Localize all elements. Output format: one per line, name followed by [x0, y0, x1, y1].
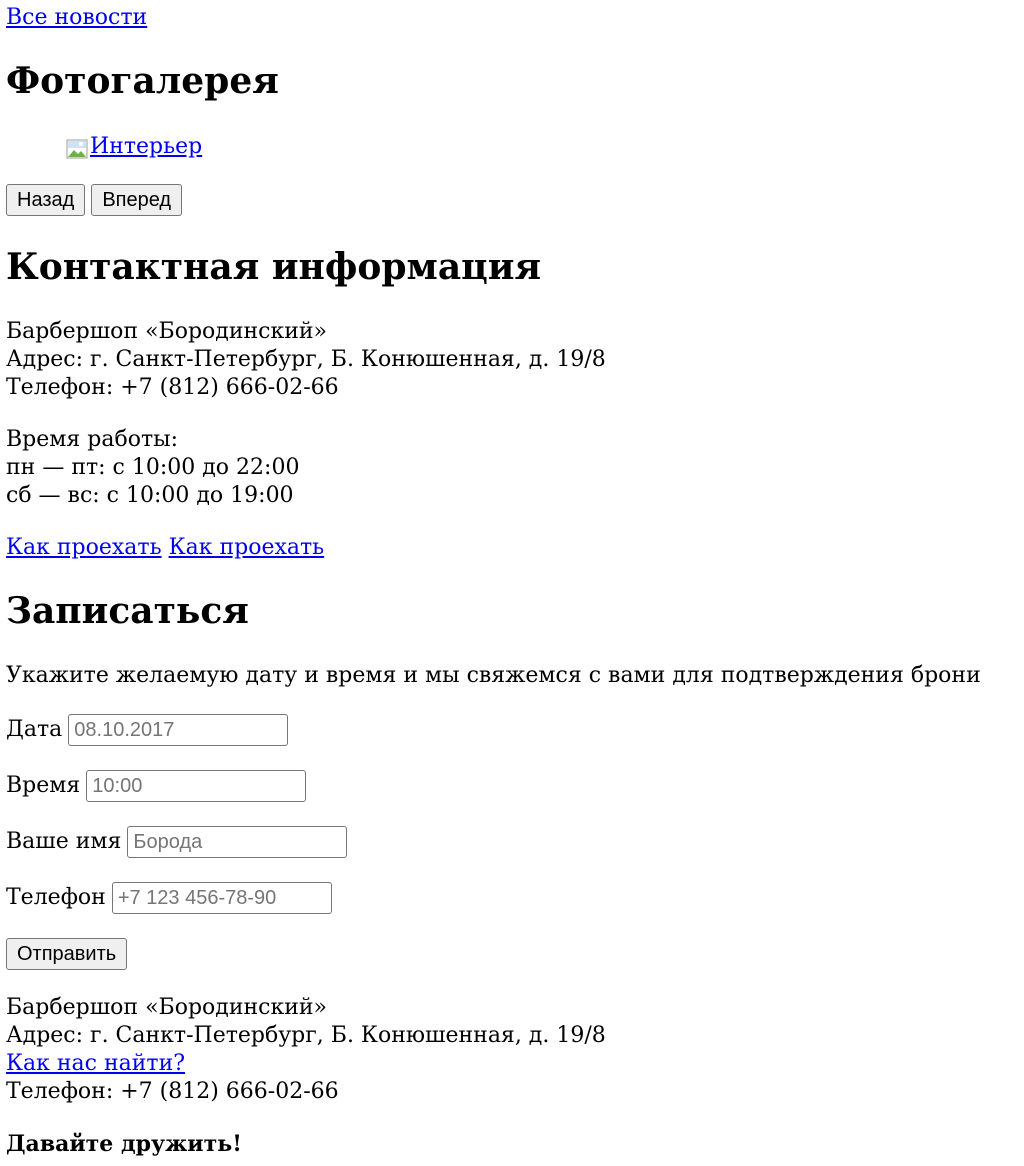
submit-button[interactable]: Отправить — [6, 938, 128, 970]
contacts-name: Барбершоп «Бородинский» — [6, 319, 327, 344]
contacts-phone: Телефон: +7 (812) 666-02-66 — [6, 375, 339, 400]
gallery-image-link[interactable]: Интерьер — [66, 133, 202, 161]
route-links: Как проехать Как проехать — [6, 534, 324, 562]
date-label: Дата — [6, 717, 63, 742]
date-row: Дата — [6, 714, 289, 746]
gallery-image-alt: Интерьер — [90, 134, 203, 159]
gallery-title: Фотогалерея — [6, 60, 279, 102]
time-input[interactable] — [86, 770, 307, 802]
phone-row: Телефон — [6, 882, 332, 914]
phone-input[interactable] — [111, 882, 332, 914]
footer-phone: Телефон: +7 (812) 666-02-66 — [6, 1079, 339, 1104]
all-news-link[interactable]: Все новости — [6, 4, 147, 32]
booking-title: Записаться — [6, 590, 249, 632]
name-label: Ваше имя — [6, 829, 122, 854]
route-link-2[interactable]: Как проехать — [169, 535, 325, 560]
find-us-link[interactable]: Как нас найти? — [6, 1051, 185, 1076]
hours-weekend: сб — вс: с 10:00 до 19:00 — [6, 483, 294, 508]
gallery-controls: Назад Вперед — [6, 184, 183, 216]
contacts-address: Адрес: г. Санкт-Петербург, Б. Конюшенная… — [6, 347, 606, 372]
next-button[interactable]: Вперед — [91, 184, 183, 216]
hours-weekdays: пн — пт: с 10:00 до 22:00 — [6, 455, 300, 480]
working-hours: Время работы: пн — пт: с 10:00 до 22:00 … — [6, 426, 299, 510]
contacts-block: Барбершоп «Бородинский» Адрес: г. Санкт-… — [6, 318, 606, 402]
broken-image-icon — [66, 139, 90, 161]
social-heading: Давайте дружить! — [6, 1131, 242, 1157]
booking-description: Укажите желаемую дату и время и мы свяже… — [6, 663, 981, 688]
contacts-title: Контактная информация — [6, 246, 542, 288]
time-row: Время — [6, 770, 307, 802]
footer-address: Адрес: г. Санкт-Петербург, Б. Конюшенная… — [6, 1023, 606, 1048]
hours-label: Время работы: — [6, 427, 179, 452]
route-link-1[interactable]: Как проехать — [6, 535, 162, 560]
footer-name: Барбершоп «Бородинский» — [6, 995, 327, 1020]
time-label: Время — [6, 773, 81, 798]
phone-label: Телефон — [6, 885, 106, 910]
prev-button[interactable]: Назад — [6, 184, 86, 216]
date-input[interactable] — [68, 714, 289, 746]
footer: Барбершоп «Бородинский» Адрес: г. Санкт-… — [6, 994, 606, 1106]
name-row: Ваше имя — [6, 826, 348, 858]
name-input[interactable] — [127, 826, 348, 858]
submit-wrap: Отправить — [6, 938, 128, 970]
